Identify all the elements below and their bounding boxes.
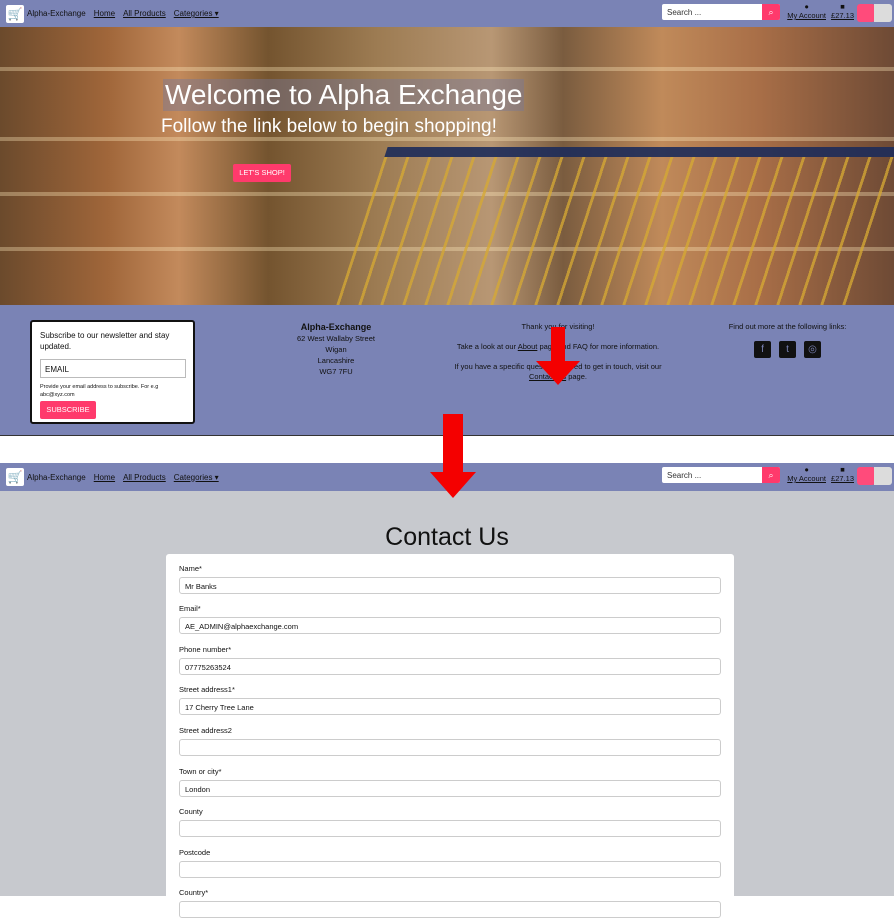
bag-link[interactable]: ■ £27.13 — [831, 2, 854, 20]
twitter-icon[interactable]: t — [779, 341, 796, 358]
brand-name[interactable]: Alpha-Exchange — [27, 473, 86, 482]
company-address: Alpha-Exchange 62 West Wallaby Street Wi… — [297, 322, 375, 376]
shopping-cart-image — [332, 147, 894, 305]
nav-all-products-link[interactable]: All Products — [123, 9, 166, 18]
search-button[interactable]: ⌕ — [762, 467, 780, 483]
nav-categories-dropdown[interactable]: Categories ▾ — [174, 9, 219, 18]
company-name: Alpha-Exchange — [300, 322, 372, 332]
name-input[interactable]: Mr Banks — [179, 577, 721, 594]
about-link[interactable]: About — [518, 342, 538, 351]
instagram-icon[interactable]: ◎ — [804, 341, 821, 358]
newsletter-text: Subscribe to our newsletter and stay upd… — [40, 331, 170, 351]
field-county: County — [179, 807, 721, 837]
shopping-bag-icon: ■ — [840, 465, 845, 474]
brand-name[interactable]: Alpha-Exchange — [27, 9, 86, 18]
search-button[interactable]: ⌕ — [762, 4, 780, 20]
field-name: Name* Mr Banks — [179, 564, 721, 594]
user-icon: ● — [804, 465, 809, 474]
hero-title: Welcome to Alpha Exchange — [163, 79, 525, 111]
nav-categories-dropdown[interactable]: Categories ▾ — [174, 473, 219, 482]
facebook-icon[interactable]: f — [754, 341, 771, 358]
town-input[interactable]: London — [179, 780, 721, 797]
subscribe-button[interactable]: SUBSCRIBE — [40, 401, 96, 419]
newsletter-box: Subscribe to our newsletter and stay upd… — [30, 320, 195, 424]
page-title: Contact Us — [385, 523, 509, 551]
email-field[interactable]: AE_ADMIN@alphaexchange.com — [179, 617, 721, 634]
social-links: Find out more at the following links: f … — [715, 322, 860, 358]
cart-logo-icon[interactable]: 🛒 — [6, 4, 24, 23]
field-phone: Phone number* 07775263524 — [179, 645, 721, 675]
lets-shop-button[interactable]: LET'S SHOP! — [233, 164, 291, 182]
shelf-line — [0, 67, 894, 71]
shopping-bag-icon: ■ — [840, 2, 845, 11]
my-account-link[interactable]: ● My Account — [787, 2, 826, 20]
field-country: Country* — [179, 888, 721, 918]
phone-input[interactable]: 07775263524 — [179, 658, 721, 675]
postcode-input[interactable] — [179, 861, 721, 878]
field-email: Email* AE_ADMIN@alphaexchange.com — [179, 604, 721, 634]
street-address2-input[interactable] — [179, 739, 721, 756]
user-icon: ● — [804, 2, 809, 11]
contact-form: Name* Mr Banks Email* AE_ADMIN@alphaexchan… — [166, 554, 734, 918]
nav-home-link[interactable]: Home — [94, 473, 115, 482]
cart-logo-icon[interactable]: 🛒 — [6, 468, 24, 486]
my-account-link[interactable]: ● My Account — [787, 465, 826, 483]
nav-toggle[interactable] — [874, 467, 892, 485]
nav-toggle[interactable] — [874, 4, 892, 22]
contact-page: Contact Us Name* Mr Banks Email* AE_ADMIN@… — [0, 491, 894, 918]
annotation-arrow-transition — [430, 414, 476, 498]
email-input[interactable]: EMAIL — [40, 359, 186, 378]
street-address1-input[interactable]: 17 Cherry Tree Lane — [179, 698, 721, 715]
nav-home-link[interactable]: Home — [94, 9, 115, 18]
hero-subtitle: Follow the link below to begin shopping! — [161, 116, 497, 137]
bag-link[interactable]: ■ £27.13 — [831, 465, 854, 483]
search-icon: ⌕ — [768, 7, 774, 17]
top-navbar: 🛒 Alpha-Exchange Home All Products Categ… — [0, 0, 894, 27]
field-postcode: Postcode — [179, 848, 721, 878]
annotation-arrow-down — [536, 327, 580, 385]
field-street2: Street address2 — [179, 726, 721, 756]
field-street1: Street address1* 17 Cherry Tree Lane — [179, 685, 721, 715]
nav-all-products-link[interactable]: All Products — [123, 473, 166, 482]
search-icon: ⌕ — [768, 470, 774, 480]
field-town: Town or city* London — [179, 767, 721, 797]
county-input[interactable] — [179, 820, 721, 837]
pink-square — [857, 467, 875, 485]
email-hint: Provide your email address to subscribe.… — [40, 384, 159, 398]
hero-banner: Welcome to Alpha Exchange Follow the lin… — [0, 27, 894, 305]
country-select[interactable] — [179, 901, 721, 918]
pink-square — [857, 4, 875, 22]
